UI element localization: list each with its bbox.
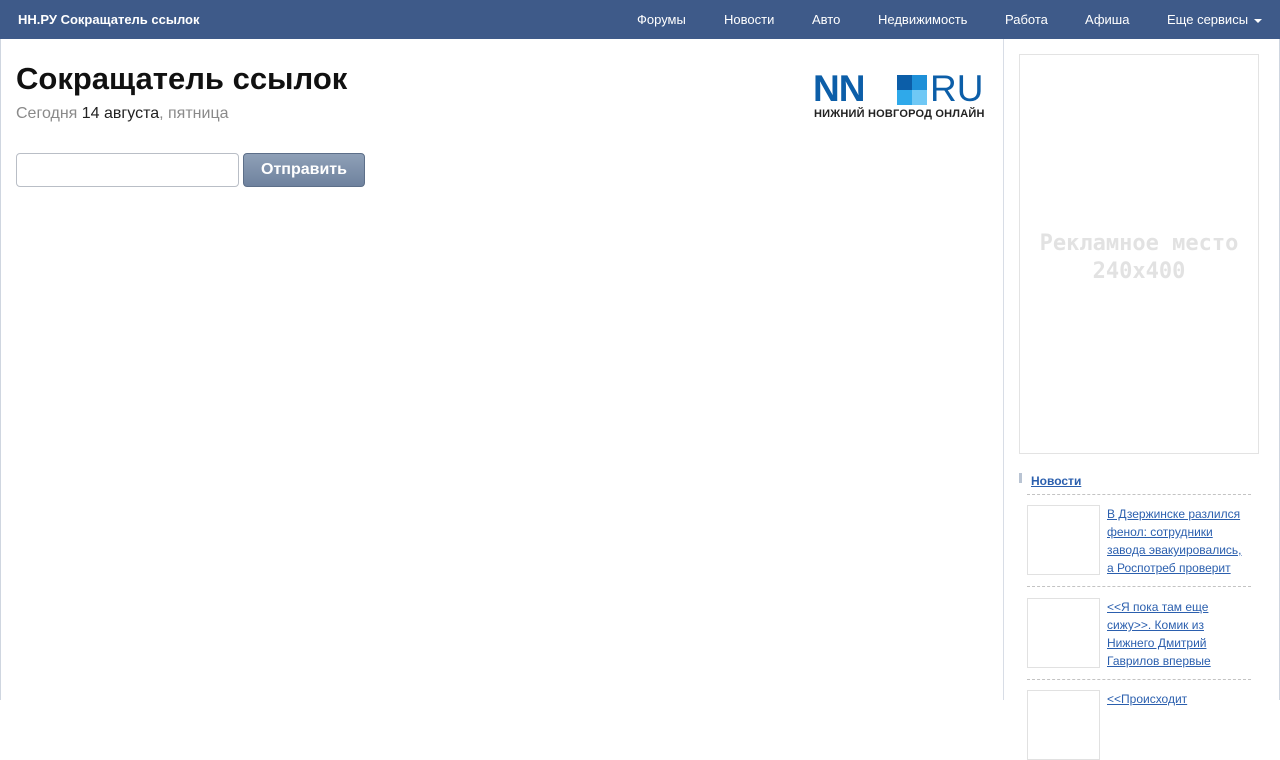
url-input[interactable] [16, 153, 239, 187]
sidebar-divider [1003, 39, 1004, 700]
nav-afisha[interactable]: Афиша [1085, 12, 1129, 27]
top-navbar: НН.РУ Сокращатель ссылок Форумы Новости … [0, 0, 1280, 39]
news-heading-link[interactable]: Новости [1031, 474, 1081, 488]
ad-line-2: 240x400 [1092, 259, 1186, 284]
brand-link[interactable]: НН.РУ Сокращатель ссылок [18, 12, 200, 27]
nav-news[interactable]: Новости [724, 12, 774, 27]
nav-jobs[interactable]: Работа [1005, 12, 1048, 27]
logo-square [912, 90, 927, 105]
news-heading-marker [1019, 473, 1022, 483]
nav-more-services[interactable]: Еще сервисы [1167, 12, 1263, 27]
submit-button[interactable]: Отправить [243, 153, 365, 187]
logo-squares-icon [897, 75, 927, 105]
nav-auto[interactable]: Авто [812, 12, 840, 27]
logo-square [897, 75, 912, 90]
nav-forums[interactable]: Форумы [637, 12, 686, 27]
nav-more-label: Еще сервисы [1167, 12, 1249, 27]
date-prefix: Сегодня [16, 105, 78, 122]
news-thumbnail[interactable] [1027, 598, 1100, 668]
logo-subtitle: НИЖНИЙ НОВГОРОД ОНЛАЙН [814, 108, 985, 120]
news-divider [1027, 494, 1251, 495]
news-thumbnail[interactable] [1027, 505, 1100, 575]
ad-placeholder: Рекламное место 240x400 [1019, 54, 1259, 454]
news-divider [1027, 586, 1251, 587]
ad-line-1: Рекламное место [1039, 231, 1239, 256]
nav-realty[interactable]: Недвижимость [878, 12, 967, 27]
date-main: 14 августа [81, 105, 160, 122]
nn-ru-logo[interactable]: NN RU НИЖНИЙ НОВГОРОД ОНЛАЙН [813, 68, 991, 121]
main-content [1, 39, 1003, 700]
news-item-2[interactable]: <<Я пока там еще сижу>>. Комик из Нижнег… [1107, 598, 1249, 670]
page-title: Сокращатель ссылок [16, 61, 348, 96]
ad-text: Рекламное место 240x400 [1020, 230, 1258, 286]
logo-square [897, 90, 912, 105]
logo-nn-text: NN [813, 68, 865, 109]
date-line: Сегодня 14 августа, пятница [16, 105, 229, 123]
logo-ru-text: RU [930, 68, 984, 109]
news-item-3[interactable]: <<Происходит [1107, 690, 1249, 708]
news-divider [1027, 679, 1251, 680]
caret-down-icon [1254, 18, 1263, 23]
news-thumbnail[interactable] [1027, 690, 1100, 760]
logo-square [912, 75, 927, 90]
news-item-1[interactable]: В Дзержинске разлился фенол: сотрудники … [1107, 505, 1249, 577]
date-suffix: , пятница [159, 105, 229, 122]
